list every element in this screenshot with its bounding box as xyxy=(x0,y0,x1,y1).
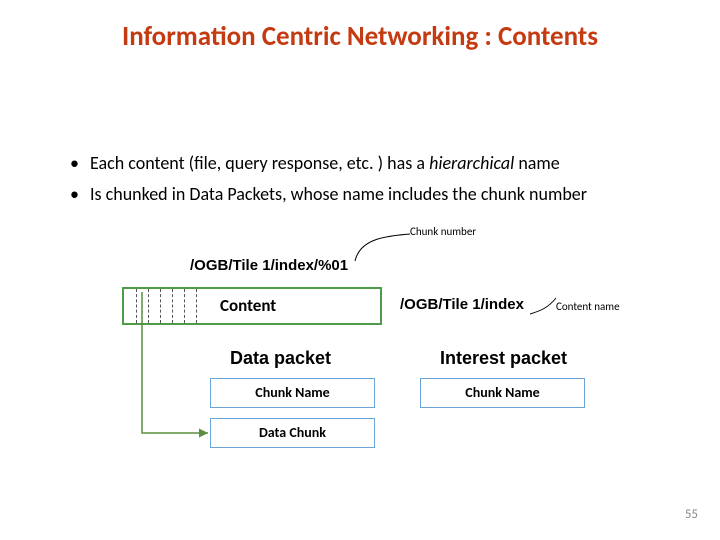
bullet-list: Each content (file, query response, etc.… xyxy=(30,150,587,212)
chunk-name-box: Chunk Name xyxy=(210,378,375,408)
chunk-divider-icon xyxy=(172,289,173,323)
callout-line-icon xyxy=(530,296,555,316)
interest-packet-heading: Interest packet xyxy=(440,348,567,369)
bullet-text: name xyxy=(518,152,559,174)
bullet-text: Is chunked in Data Packets, whose name i… xyxy=(90,183,587,205)
bullet-item: Is chunked in Data Packets, whose name i… xyxy=(70,181,587,208)
chunk-number-label: Chunk number xyxy=(410,225,476,238)
chunk-divider-icon xyxy=(160,289,161,323)
page-title: Information Centric Networking : Content… xyxy=(0,20,720,53)
slide: { "title": "Information Centric Networki… xyxy=(0,0,720,540)
chunk-divider-icon xyxy=(184,289,185,323)
chunk-name-text: /OGB/Tile 1/index/%01 xyxy=(190,257,348,274)
chunk-divider-icon xyxy=(196,289,197,323)
bullet-text: Each content (file, query response, etc.… xyxy=(90,152,429,174)
content-name-label: Content name xyxy=(556,300,620,313)
chunk-divider-icon xyxy=(136,289,137,323)
bullet-item: Each content (file, query response, etc.… xyxy=(70,150,587,177)
callout-line-icon xyxy=(355,231,410,261)
content-name-text: /OGB/Tile 1/index xyxy=(400,296,524,313)
page-number: 55 xyxy=(685,507,698,522)
content-box-label: Content xyxy=(220,295,276,316)
bullet-text-emph: hierarchical xyxy=(429,152,518,174)
chunk-name-box-interest: Chunk Name xyxy=(420,378,585,408)
data-packet-heading: Data packet xyxy=(230,348,331,369)
chunk-divider-icon xyxy=(148,289,149,323)
data-chunk-box: Data Chunk xyxy=(210,418,375,448)
